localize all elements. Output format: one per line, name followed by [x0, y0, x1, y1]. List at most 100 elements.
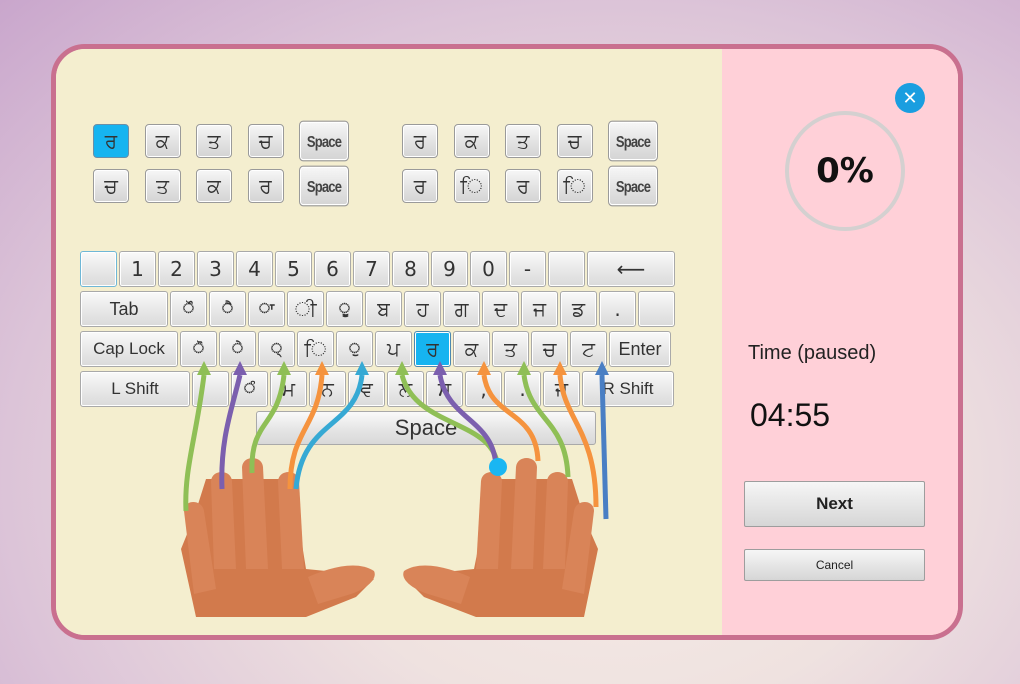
- key-r-shift: R Shift: [582, 371, 674, 407]
- key: ੌ: [170, 291, 207, 327]
- key: ਹ: [404, 291, 441, 327]
- active-finger-marker: [489, 458, 507, 476]
- key: ਤ: [492, 331, 529, 367]
- practice-key-space: Space: [608, 165, 658, 207]
- lesson-area: ਰ ਕ ਤ ਚ Space ਚ ਤ ਕ ਰ Space ਰ ਕ ਤ ਚ Space ਰਿ ਰਿ Space Spa…: [56, 49, 722, 635]
- key-8: 8: [392, 251, 429, 287]
- practice-key: ਰ: [505, 169, 541, 203]
- key-1: 1: [119, 251, 156, 287]
- key: ਬ: [365, 291, 402, 327]
- practice-key: ਰ: [402, 169, 438, 203]
- key: ੈ: [209, 291, 246, 327]
- right-middle: [511, 458, 537, 569]
- key: ੀ: [287, 291, 324, 327]
- key: ਮ: [270, 371, 307, 407]
- key-7: 7: [353, 251, 390, 287]
- key: ਨ: [309, 371, 346, 407]
- key-0: 0: [470, 251, 507, 287]
- left-hand-palm: [181, 479, 374, 617]
- progress-ring: 0%: [785, 111, 905, 231]
- practice-key: ਤ: [196, 124, 232, 158]
- key--: -: [509, 251, 546, 287]
- key-blank: [638, 291, 675, 327]
- practice-key: ਕ: [144, 124, 181, 158]
- key: ੍: [258, 331, 295, 367]
- right-hand: [403, 458, 598, 617]
- practice-key: ਰ: [247, 169, 284, 203]
- key: ਕ: [453, 331, 490, 367]
- key: ੂ: [326, 291, 363, 327]
- key: .: [599, 291, 636, 327]
- typing-lesson-window: ਰ ਕ ਤ ਚ Space ਚ ਤ ਕ ਰ Space ਰ ਕ ਤ ਚ Space ਰਿ ਰਿ Space Spa…: [51, 44, 963, 640]
- key-space: Space: [256, 411, 596, 445]
- practice-key: ਚ: [556, 124, 593, 158]
- key-tab: Tab: [80, 291, 168, 327]
- key-blank: [192, 371, 229, 407]
- practice-key: ਿ: [556, 169, 593, 203]
- key-9: 9: [431, 251, 468, 287]
- left-thumb: [308, 565, 375, 604]
- key: ਜ: [543, 371, 580, 407]
- key: ਵ: [348, 371, 385, 407]
- key: ਚ: [531, 331, 568, 367]
- key: ੰ: [231, 371, 268, 407]
- keyboard-row: Cap Lockੋੇ੍ਿੁ ਪ ਰ ਕ ਤ ਚ ਟ Enter: [80, 331, 671, 369]
- left-middle: [242, 458, 268, 569]
- practice-key-space: Space: [608, 120, 658, 162]
- status-panel: ✕ 0% Time (paused) 04:55 Next Cancel: [722, 49, 958, 635]
- key: ਪ: [375, 331, 412, 367]
- key-2: 2: [158, 251, 195, 287]
- key: ੋ: [180, 331, 217, 367]
- key: .: [504, 371, 541, 407]
- backspace: ⟵: [587, 251, 675, 287]
- key-5: 5: [275, 251, 312, 287]
- key: ਡ: [560, 291, 597, 327]
- practice-key: ਿ: [453, 169, 490, 203]
- keyboard-row: 1 2 3 4 5 6 7 8 9 0- ⟵: [80, 251, 675, 289]
- key-l-shift: L Shift: [80, 371, 190, 407]
- keyboard-row: Tabੌੈਾੀੂ ਬ ਹ ਗ ਦ ਜ ਡ.: [80, 291, 675, 329]
- key: ਾ: [248, 291, 285, 327]
- key: ੁ: [336, 331, 373, 367]
- key: ੇ: [219, 331, 256, 367]
- time-remaining: 04:55: [750, 397, 831, 433]
- close-button[interactable]: ✕: [895, 83, 925, 113]
- key-blank: [80, 251, 117, 287]
- practice-key: ਰ: [93, 124, 129, 158]
- key: ਸ: [426, 371, 463, 407]
- key-4: 4: [236, 251, 273, 287]
- key-cap-lock: Cap Lock: [80, 331, 178, 367]
- left-index: [278, 472, 304, 569]
- practice-key: ਚ: [93, 169, 129, 203]
- time-label: Time (paused): [748, 342, 877, 364]
- practice-key-space: Space: [299, 165, 349, 207]
- cancel-button[interactable]: Cancel: [744, 549, 925, 581]
- practice-key: ਤ: [505, 124, 541, 158]
- key: ਜ: [521, 291, 558, 327]
- practice-key: ਕ: [453, 124, 490, 158]
- left-ring: [211, 472, 236, 569]
- key-6: 6: [314, 251, 351, 287]
- key: ਿ: [297, 331, 334, 367]
- right-thumb: [403, 565, 470, 604]
- right-ring: [543, 472, 568, 569]
- practice-key-space: Space: [299, 120, 349, 162]
- practice-key: ਕ: [196, 169, 232, 203]
- key-3: 3: [197, 251, 234, 287]
- key: ਲ: [387, 371, 424, 407]
- right-pinky: [562, 502, 594, 594]
- key: ਟ: [570, 331, 607, 367]
- key-blank: [548, 251, 585, 287]
- key: ਰ: [414, 331, 451, 367]
- left-hand: [181, 458, 375, 617]
- progress-percent: 0%: [816, 151, 874, 191]
- key: ਦ: [482, 291, 519, 327]
- practice-key: ਚ: [247, 124, 284, 158]
- key-enter: Enter: [609, 331, 671, 367]
- key: ,: [465, 371, 502, 407]
- next-button[interactable]: Next: [744, 481, 925, 527]
- practice-key: ਤ: [144, 169, 181, 203]
- close-icon: ✕: [902, 87, 918, 109]
- practice-key: ਰ: [402, 124, 438, 158]
- key: ਗ: [443, 291, 480, 327]
